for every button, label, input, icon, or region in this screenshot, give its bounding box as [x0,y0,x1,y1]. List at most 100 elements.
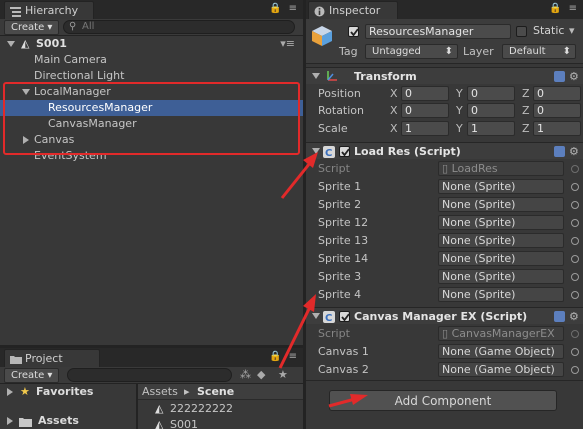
object-picker-icon[interactable] [571,183,579,191]
object-picker-icon[interactable] [571,255,579,263]
canvas-object-field[interactable]: None (Game Object) [438,362,564,377]
static-label: Static [533,24,565,37]
gear-icon[interactable]: ⚙ [569,143,579,160]
load-res-header[interactable]: C Load Res (Script) ⚙ [306,142,583,159]
rotation-x-field[interactable]: 0 [401,103,449,118]
favorite-star-icon[interactable]: ★ [278,368,288,381]
help-book-icon[interactable] [554,71,565,82]
object-picker-icon[interactable] [571,201,579,209]
position-x-field[interactable]: 0 [401,86,449,101]
info-icon [314,5,325,17]
tab-inspector[interactable]: Inspector [308,1,398,19]
hierarchy-lock-menu-icon[interactable]: 🔒 ≡ [269,3,299,14]
canvas-object-field[interactable]: None (Game Object) [438,344,564,359]
gameobject-name-field[interactable]: ResourcesManager [365,24,511,39]
filter-label-icon[interactable]: ◆ [257,368,265,381]
object-picker-icon[interactable] [571,273,579,281]
collapse-arrow-icon[interactable] [7,388,13,396]
project-lock-menu-icon[interactable]: 🔒 ≡ [269,351,299,362]
project-toolbar: Create ▾ ⁂ ◆ ★ [0,367,303,384]
favorites-star-icon: ★ [20,385,30,398]
load-res-enabled-checkbox[interactable] [339,146,350,157]
project-create-dropdown[interactable]: Create ▾ [4,368,60,383]
gear-icon[interactable]: ⚙ [569,68,579,85]
sprite-object-field[interactable]: None (Sprite) [438,197,564,212]
scene-row[interactable]: ◭ S001 ▾≡ [0,36,303,52]
hierarchy-search-placeholder: All [82,21,95,32]
position-y-field[interactable]: 0 [467,86,515,101]
filter-type-icon[interactable]: ⁂ [240,368,251,381]
tag-label: Tag [339,45,358,58]
sprite-object-field[interactable]: None (Sprite) [438,233,564,248]
rotation-y-field[interactable]: 0 [467,103,515,118]
sprite-object-field[interactable]: None (Sprite) [438,251,564,266]
breadcrumb-assets[interactable]: Assets [142,384,178,400]
object-picker-icon[interactable] [571,291,579,299]
inspector-panel: Inspector 🔒 ≡ ResourcesManager Static ▾ … [306,0,583,429]
position-label: Position [318,87,361,100]
sprite-object-field[interactable]: None (Sprite) [438,179,564,194]
rotation-label: Rotation [318,104,365,117]
transform-header[interactable]: Transform ⚙ [306,67,583,84]
canvas-field-label: Canvas 1 [318,345,369,358]
scale-x-field[interactable]: 1 [401,121,449,136]
script-label: Script [318,162,350,175]
static-dropdown-arrow-icon[interactable]: ▾ [569,24,575,37]
hierarchy-tabbar: Hierarchy 🔒 ≡ [0,0,303,19]
canvas-manager-enabled-checkbox[interactable] [339,311,350,322]
script-label: Script [318,327,350,340]
project-tab-label: Project [25,352,63,365]
hierarchy-item-main-camera[interactable]: Main Camera [0,52,303,68]
help-book-icon[interactable] [554,146,565,157]
axis-y-label: Y [456,122,463,135]
breadcrumb-scene[interactable]: Scene [197,384,234,400]
layer-dropdown[interactable]: Default ⬍ [502,44,576,59]
script-value: LoadRes [451,162,498,175]
inspector-lock-menu-icon[interactable]: 🔒 ≡ [549,3,579,14]
sprite-object-field[interactable]: None (Sprite) [438,269,564,284]
object-picker-icon[interactable] [571,219,579,227]
scale-y-field[interactable]: 1 [467,121,515,136]
scene-expand-arrow-icon[interactable] [7,41,15,47]
gear-icon[interactable]: ⚙ [569,308,579,325]
project-file-item[interactable]: ◭ S001 [138,417,303,429]
expand-arrow-icon[interactable] [312,73,320,79]
object-picker-icon[interactable] [571,366,579,374]
tab-project[interactable]: Project [4,349,100,367]
project-file-item[interactable]: ◭ 222222222 [138,401,303,417]
breadcrumb: Assets ▸ Scene [138,384,303,400]
axis-z-label: Z [522,87,530,100]
unity-scene-icon: ◭ [21,37,30,50]
annotation-highlight-box [3,82,300,155]
project-assets-row[interactable]: Assets [0,413,136,429]
static-checkbox[interactable] [516,26,527,37]
project-tree: ★ Favorites Assets [0,384,136,429]
help-book-icon[interactable] [554,311,565,322]
gameobject-header: ResourcesManager Static ▾ Tag Untagged ⬍… [306,19,583,64]
breadcrumb-separator: ▸ [184,385,190,398]
hierarchy-create-dropdown[interactable]: Create ▾ [4,20,60,35]
tab-hierarchy[interactable]: Hierarchy [4,1,94,19]
expand-arrow-icon[interactable] [312,148,320,154]
hierarchy-search-input[interactable]: ⚲ All [63,20,295,34]
assets-folder-icon [19,416,32,429]
sprite-object-field[interactable]: None (Sprite) [438,287,564,302]
tag-dropdown[interactable]: Untagged ⬍ [365,44,458,59]
scale-z-field[interactable]: 1 [533,121,581,136]
assets-label: Assets [38,414,79,427]
canvas-manager-header[interactable]: C Canvas Manager EX (Script) ⚙ [306,307,583,324]
rotation-z-field[interactable]: 0 [533,103,581,118]
unity-scene-icon: ◭ [155,418,164,429]
expand-arrow-icon[interactable] [312,313,320,319]
inspector-tab-label: Inspector [329,4,381,17]
project-favorites-row[interactable]: ★ Favorites [0,384,136,400]
gameobject-active-checkbox[interactable] [348,26,359,37]
project-search-input[interactable] [67,368,232,382]
collapse-arrow-icon[interactable] [7,417,13,425]
object-picker-icon[interactable] [571,237,579,245]
scene-menu-icon[interactable]: ▾≡ [280,36,295,52]
position-z-field[interactable]: 0 [533,86,581,101]
object-picker-icon[interactable] [571,348,579,356]
add-component-button[interactable]: Add Component [329,390,557,411]
sprite-object-field[interactable]: None (Sprite) [438,215,564,230]
